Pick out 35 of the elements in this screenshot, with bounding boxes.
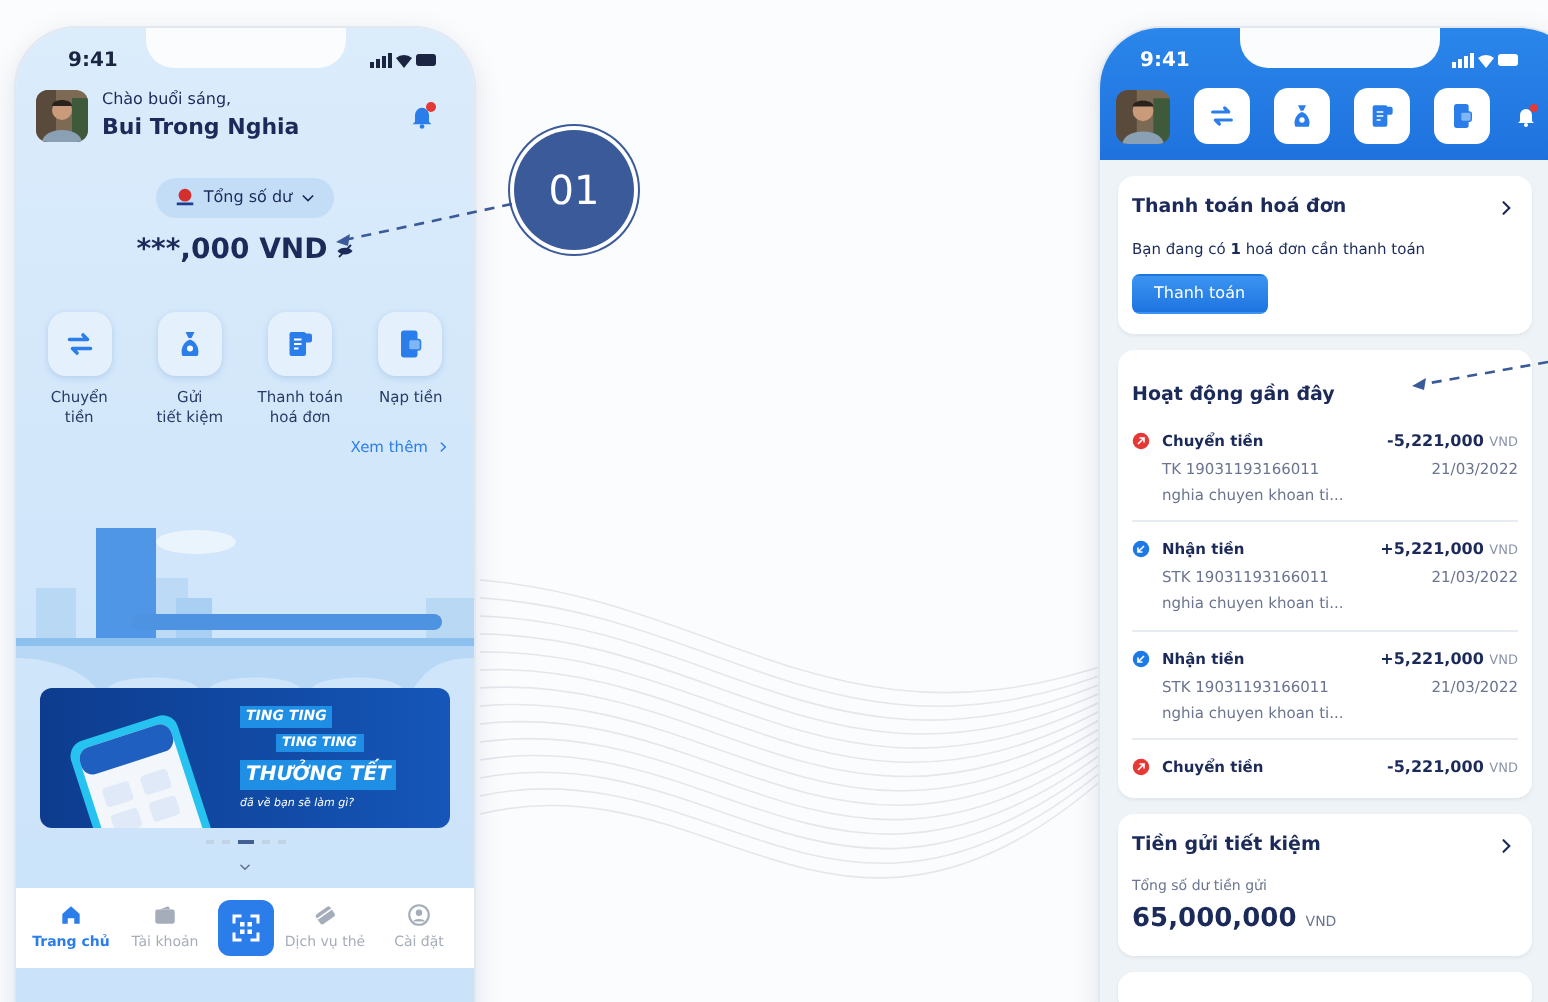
top-up-button[interactable]	[378, 311, 443, 375]
bill-payment-button[interactable]	[268, 311, 333, 375]
leader-line	[1412, 360, 1548, 390]
bell-icon[interactable]	[408, 102, 436, 131]
qr-scan-icon	[227, 910, 263, 946]
qr-scan-button[interactable]	[217, 900, 273, 956]
balance-amount: ***,000 VND	[136, 231, 328, 269]
step-badge: 01	[514, 130, 634, 250]
bell-icon[interactable]	[1514, 104, 1538, 128]
chevron-down-icon[interactable]	[238, 860, 252, 874]
home-icon	[58, 902, 84, 929]
pay-button[interactable]: Thanh toán	[1132, 273, 1268, 313]
transfer-icon	[1206, 100, 1238, 132]
status-icons	[1452, 52, 1520, 68]
status-time: 9:41	[68, 47, 118, 75]
card-title: Hoạt động gần đây	[1132, 383, 1335, 405]
status-icons	[370, 52, 438, 68]
user-name: Bui Trong Nghia	[102, 112, 302, 144]
bank-logo-icon	[173, 186, 196, 208]
transfer-button[interactable]	[47, 311, 112, 375]
bill-payment-button[interactable]	[1354, 88, 1410, 144]
card-title: Tiền gửi tiết kiệm	[1132, 831, 1321, 859]
savings-button[interactable]	[1274, 88, 1330, 144]
card-title: Thanh toán hoá đơn	[1132, 194, 1347, 222]
wallet-icon	[152, 902, 178, 929]
top-up-button[interactable]	[1434, 88, 1490, 144]
balance-selector[interactable]: Tổng số dư	[155, 177, 335, 217]
chevron-down-icon	[300, 189, 317, 205]
greeting: Chào buổi sáng,	[102, 88, 234, 112]
promo-headline: THƯỞNG TẾT	[240, 760, 397, 791]
user-icon	[406, 902, 432, 929]
savings-button[interactable]	[157, 311, 222, 375]
transfer-button[interactable]	[1194, 88, 1250, 144]
status-time: 9:41	[1140, 47, 1190, 75]
chevron-icon	[436, 439, 450, 454]
